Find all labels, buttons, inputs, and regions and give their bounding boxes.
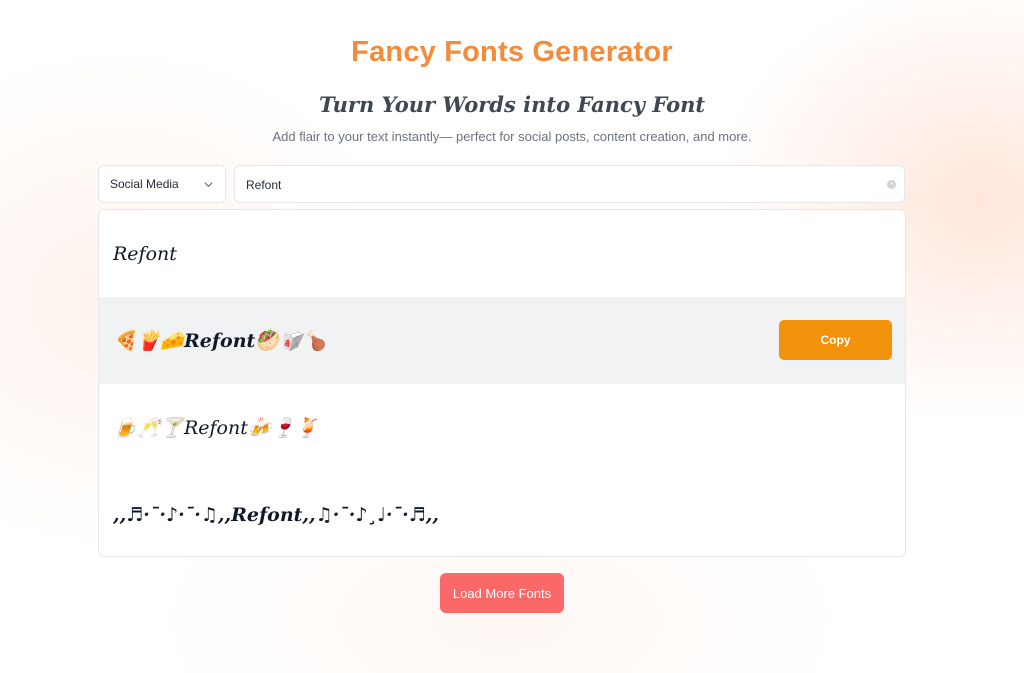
page-title: Fancy Fonts Generator [351,36,673,68]
text-input-container: × [234,165,905,204]
generator-controls: Social Media × [98,165,906,205]
text-input[interactable] [244,166,878,204]
font-result-row[interactable]: 🍕🍟🧀𝑹𝒆𝒇𝒐𝒏𝒕🥙🥡🍗 Copy [99,297,905,384]
font-sample-text: 🍺🥂🍸𝑅𝑒𝑓𝑜𝑛𝑡🍻🍷🍹 [113,417,319,439]
font-sample-text: ,,♬·¯·♪·¯·♫,,𝑹𝒆𝒇𝒐𝒏𝒕,,♫·¯·♪¸♩·¯·♬,, [113,503,439,526]
load-more-fonts-button[interactable]: Load More Fonts [440,573,564,613]
category-select[interactable]: Social Media [98,165,226,203]
category-select-value: Social Media [110,177,179,191]
page-subtitle: Turn Your Words into Fancy Font [318,92,706,117]
font-result-row[interactable]: 🍺🥂🍸𝑅𝑒𝑓𝑜𝑛𝑡🍻🍷🍹 [99,384,905,471]
chevron-down-icon [204,182,213,188]
page-tagline: Add flair to your text instantly— perfec… [272,129,752,144]
font-sample-text: 🍕🍟🧀𝑹𝒆𝒇𝒐𝒏𝒕🥙🥡🍗 [113,330,327,352]
clear-icon[interactable]: × [887,180,896,189]
copy-button[interactable]: Copy [779,320,892,360]
font-result-row[interactable]: ,,♬·¯·♪·¯·♫,,𝑹𝒆𝒇𝒐𝒏𝒕,,♫·¯·♪¸♩·¯·♬,, [99,471,905,556]
font-sample-text: 𝑅𝑒𝑓𝑜𝑛𝑡 [113,242,177,265]
font-results-list: 𝑅𝑒𝑓𝑜𝑛𝑡 🍕🍟🧀𝑹𝒆𝒇𝒐𝒏𝒕🥙🥡🍗 Copy 🍺🥂🍸𝑅𝑒𝑓𝑜𝑛𝑡🍻🍷🍹 ,,… [98,209,906,557]
font-result-row[interactable]: 𝑅𝑒𝑓𝑜𝑛𝑡 [99,210,905,297]
